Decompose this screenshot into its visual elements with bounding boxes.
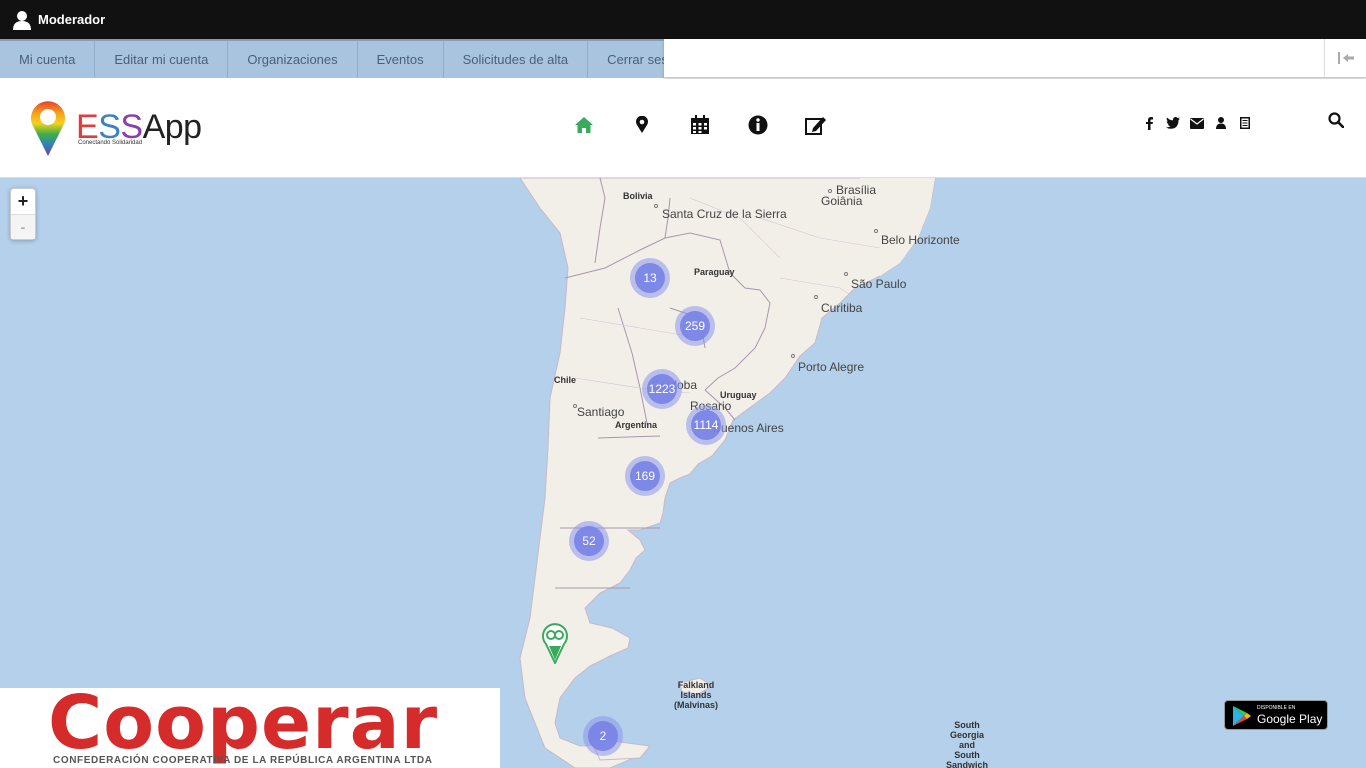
main-nav (555, 113, 845, 137)
document-link[interactable] (1233, 115, 1257, 131)
menu-item-editar-mi-cuenta[interactable]: Editar mi cuenta (95, 41, 229, 78)
marker-cluster[interactable]: 259 (675, 306, 715, 346)
search-button[interactable] (1328, 112, 1348, 132)
menu-item-eventos[interactable]: Eventos (358, 41, 444, 78)
nav-edit[interactable] (787, 113, 845, 137)
menu-item-solicitudes-de-alta[interactable]: Solicitudes de alta (444, 41, 589, 78)
city-dot (828, 189, 832, 193)
google-play-text: Google Play (1257, 712, 1323, 726)
social-links (1137, 115, 1257, 131)
search-icon (1328, 112, 1345, 129)
twitter-icon (1166, 117, 1180, 129)
admin-bar: Moderador (0, 0, 1366, 39)
nav-info[interactable] (729, 113, 787, 137)
map-label-sao-paulo: São Paulo (851, 277, 907, 291)
info-circle-icon (748, 115, 768, 135)
edit-icon (805, 117, 826, 135)
city-dot (654, 204, 658, 208)
marker-cluster[interactable]: 1114 (686, 405, 726, 445)
zoom-control: + - (10, 188, 36, 240)
marker-cluster[interactable]: 13 (630, 258, 670, 298)
nav-calendar[interactable] (671, 113, 729, 137)
twitter-link[interactable] (1161, 115, 1185, 131)
city-dot (791, 354, 795, 358)
moderator-menu: Mi cuenta Editar mi cuenta Organizacione… (0, 39, 685, 78)
map-label-santiago: Santiago (577, 405, 625, 419)
map-label-bolivia: Bolivia (623, 191, 653, 201)
nav-home[interactable] (555, 113, 613, 137)
envelope-icon (1190, 117, 1204, 129)
cooperar-subtitle: CONFEDERACIÓN COOPERATIVA DE LA REPÚBLIC… (53, 755, 433, 766)
user-label[interactable]: Moderador (38, 12, 105, 27)
home-icon (575, 117, 593, 133)
map-label-goiania: Goiânia (821, 194, 863, 208)
city-dot (814, 295, 818, 299)
email-link[interactable] (1185, 115, 1209, 131)
user-icon (1216, 117, 1226, 129)
site-header: ESSApp Conectando Solidaridad (0, 79, 1366, 178)
user-icon[interactable] (12, 10, 32, 30)
city-dot (844, 272, 848, 276)
logo-tagline: Conectando Solidaridad (78, 140, 143, 146)
map-label-porto-alegre: Porto Alegre (798, 360, 865, 374)
menu-item-mi-cuenta[interactable]: Mi cuenta (0, 41, 96, 78)
map-label-belo-horizonte: Belo Horizonte (881, 233, 960, 247)
account-link[interactable] (1209, 115, 1233, 131)
zoom-out-button[interactable]: - (11, 214, 35, 239)
rainbow-pin-icon (31, 101, 65, 156)
marker-cluster[interactable]: 169 (625, 456, 665, 496)
zoom-in-button[interactable]: + (11, 189, 35, 214)
essapp-logo[interactable]: ESSApp Conectando Solidaridad (28, 98, 202, 158)
map-label-chile: Chile (554, 375, 577, 385)
city-dot (874, 229, 878, 233)
marker-cluster[interactable]: 52 (569, 521, 609, 561)
cooperar-logo: Cooperar (48, 680, 439, 766)
map-label-santa-cruz: Santa Cruz de la Sierra (662, 207, 787, 221)
map-view[interactable]: Bolivia Santa Cruz de la Sierra Brasília… (0, 178, 1366, 768)
marker-cluster[interactable]: 1223 (642, 369, 682, 409)
map-label-paraguay: Paraguay (694, 267, 735, 277)
map-label-south-georgia: South Georgia and South Sandwich (946, 720, 989, 768)
marker-cluster[interactable]: 2 (583, 716, 623, 756)
google-play-small-text: DISPONIBLE EN (1257, 705, 1296, 711)
map-label-argentina: Argentina (615, 420, 658, 430)
collapse-menu-button[interactable] (1324, 39, 1366, 77)
collapse-icon (1337, 52, 1354, 64)
facebook-link[interactable] (1137, 115, 1161, 131)
menu-item-organizaciones[interactable]: Organizaciones (228, 41, 358, 78)
nav-map[interactable] (613, 113, 671, 137)
menu-bar-fill (664, 39, 1366, 78)
map-marker-icon[interactable] (541, 622, 569, 664)
google-play-icon (1233, 706, 1251, 726)
google-play-badge[interactable]: DISPONIBLE EN Google Play (1224, 700, 1328, 730)
city-dot (573, 404, 577, 408)
map-label-curitiba: Curitiba (821, 301, 863, 315)
cooperar-banner[interactable]: Cooperar CONFEDERACIÓN COOPERATIVA DE LA… (0, 680, 500, 768)
map-marker-icon (636, 116, 648, 133)
facebook-icon (1145, 116, 1153, 130)
calendar-icon (691, 115, 709, 134)
document-icon (1240, 117, 1250, 129)
map-label-falkland: Falkland Islands (Malvinas) (674, 680, 719, 710)
